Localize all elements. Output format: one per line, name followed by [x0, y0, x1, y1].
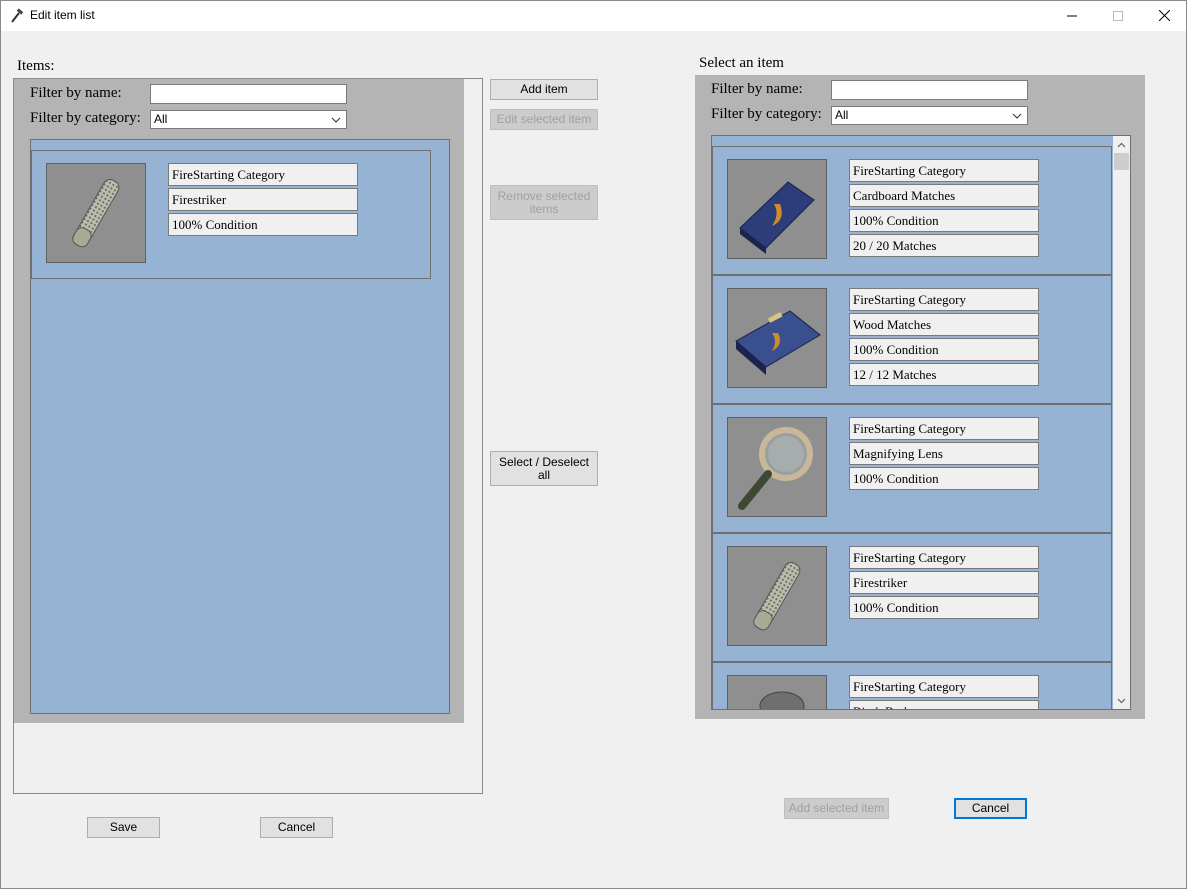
select-an-item-label: Select an item — [699, 55, 784, 71]
select-deselect-line2: all — [537, 467, 550, 482]
items-label: Items: — [17, 58, 55, 74]
item-name: Cardboard Matches — [849, 184, 1039, 207]
hammer-icon — [11, 8, 24, 23]
scroll-up-button[interactable] — [1113, 136, 1130, 153]
list-scrollbar[interactable] — [1113, 136, 1130, 709]
item-count: 20 / 20 Matches — [849, 234, 1039, 257]
filter-category-select[interactable]: All — [150, 110, 347, 129]
edit-selected-item-button[interactable]: Edit selected item — [490, 109, 598, 130]
title-bar: Edit item list — [0, 0, 1187, 31]
list-item[interactable]: FireStarting Category Firestriker 100% C… — [712, 533, 1112, 662]
minimize-icon — [1067, 15, 1077, 16]
chevron-down-icon — [1117, 698, 1126, 703]
list-item[interactable]: FireStarting Category Wood Matches 100% … — [712, 275, 1112, 404]
item-condition: 100% Condition — [849, 596, 1039, 619]
filter-name-input[interactable] — [150, 84, 347, 104]
item-name: Firestriker — [168, 188, 358, 211]
item-category: FireStarting Category — [849, 288, 1039, 311]
chevron-down-icon — [1012, 113, 1022, 119]
close-button[interactable] — [1141, 0, 1187, 31]
filter-name-label-right: Filter by name: — [711, 81, 803, 97]
wood-matches-icon — [727, 288, 827, 388]
item-name: Firestriker — [849, 571, 1039, 594]
cancel-button-right[interactable]: Cancel — [954, 798, 1027, 819]
scroll-thumb[interactable] — [1114, 153, 1129, 170]
list-item[interactable]: FireStarting Category Firestriker 100% C… — [31, 150, 431, 279]
remove-selected-line1: Remove selected — [497, 188, 591, 203]
item-name: Magnifying Lens — [849, 442, 1039, 465]
remove-selected-line2: items — [529, 201, 559, 216]
filter-name-input-right[interactable] — [831, 80, 1028, 100]
filter-category-select-right[interactable]: All — [831, 106, 1028, 125]
cancel-button-left[interactable]: Cancel — [260, 817, 333, 838]
scroll-down-button[interactable] — [1113, 692, 1130, 709]
item-category: FireStarting Category — [849, 159, 1039, 182]
list-item[interactable]: FireStarting Category Magnifying Lens 10… — [712, 404, 1112, 533]
select-deselect-all-button[interactable]: Select / Deselect all — [490, 451, 598, 486]
flare-icon — [727, 675, 827, 709]
maximize-icon — [1113, 10, 1123, 21]
firestriker-icon — [727, 546, 827, 646]
item-condition: 100% Condition — [168, 213, 358, 236]
select-deselect-line1: Select / Deselect — [498, 454, 590, 469]
item-category: FireStarting Category — [849, 675, 1039, 698]
list-item[interactable]: FireStarting Category Birch Bark — [712, 662, 1112, 709]
filter-category-label: Filter by category: — [30, 110, 141, 126]
item-category: FireStarting Category — [849, 417, 1039, 440]
minimize-button[interactable] — [1049, 0, 1095, 31]
close-icon — [1158, 10, 1170, 21]
item-condition: 100% Condition — [849, 209, 1039, 232]
filter-category-value-right: All — [835, 108, 849, 122]
item-category: FireStarting Category — [168, 163, 358, 186]
window-title: Edit item list — [30, 8, 95, 22]
available-items-list[interactable]: FireStarting Category Cardboard Matches … — [711, 135, 1131, 710]
magnifying-lens-icon — [727, 417, 827, 517]
save-button[interactable]: Save — [87, 817, 160, 838]
item-name: Wood Matches — [849, 313, 1039, 336]
filter-category-value: All — [154, 112, 168, 126]
remove-selected-items-button[interactable]: Remove selected items — [490, 185, 598, 220]
item-count: 12 / 12 Matches — [849, 363, 1039, 386]
item-name: Birch Bark — [849, 700, 1039, 709]
item-condition: 100% Condition — [849, 338, 1039, 361]
maximize-button[interactable] — [1095, 0, 1141, 31]
list-item[interactable]: FireStarting Category Cardboard Matches … — [712, 146, 1112, 275]
item-category: FireStarting Category — [849, 546, 1039, 569]
filter-category-label-right: Filter by category: — [711, 106, 822, 122]
cardboard-matches-icon — [727, 159, 827, 259]
chevron-up-icon — [1117, 142, 1126, 147]
item-condition: 100% Condition — [849, 467, 1039, 490]
filter-name-label: Filter by name: — [30, 85, 122, 101]
items-list[interactable]: FireStarting Category Firestriker 100% C… — [30, 139, 450, 714]
add-item-button[interactable]: Add item — [490, 79, 598, 100]
add-selected-item-button[interactable]: Add selected item — [784, 798, 889, 819]
firestriker-icon — [46, 163, 146, 263]
chevron-down-icon — [331, 117, 341, 123]
